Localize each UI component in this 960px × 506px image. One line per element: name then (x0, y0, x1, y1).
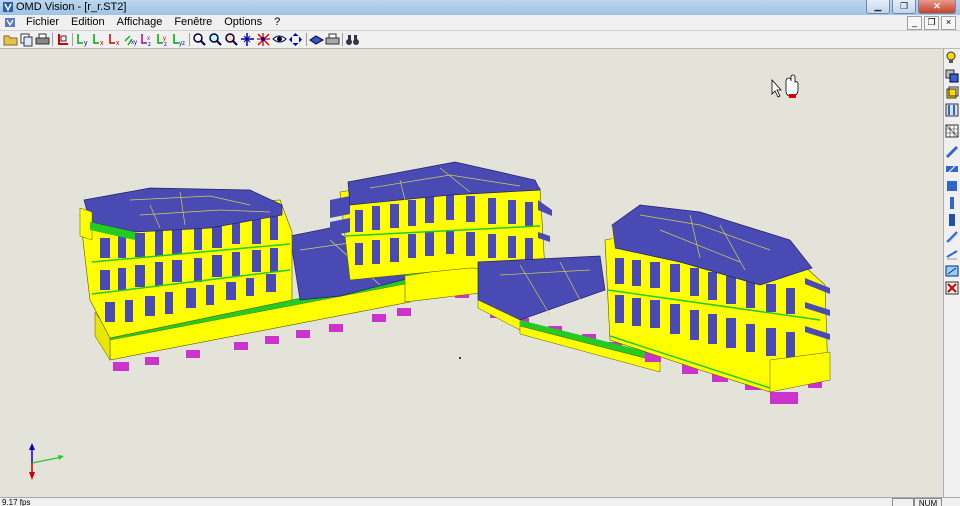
beam-icon[interactable] (945, 145, 959, 159)
minimize-button[interactable]: ▁ (866, 0, 890, 14)
layers-icon[interactable] (945, 69, 959, 83)
num-lock-indicator: NUM (914, 498, 942, 506)
child-minimize-button[interactable]: _ (907, 16, 922, 30)
app-logo-icon (3, 2, 13, 12)
status-bar: 9.17 fps NUM (0, 497, 960, 506)
grid-icon[interactable] (945, 124, 959, 138)
pillar-icon[interactable] (945, 213, 959, 227)
move-icon[interactable] (288, 32, 303, 47)
svg-text:y: y (84, 40, 88, 47)
view-xyz-icon[interactable]: yz (155, 32, 170, 47)
print-preview-icon[interactable] (325, 32, 340, 47)
axis-origin-icon[interactable] (55, 32, 70, 47)
menu-bar: Fichier Edition Affichage Fenêtre Option… (0, 15, 960, 31)
child-restore-button[interactable]: ❐ (924, 16, 939, 30)
cube-icon[interactable] (945, 86, 959, 100)
menu-fenetre[interactable]: Fenêtre (168, 16, 218, 28)
print-icon[interactable] (35, 32, 50, 47)
wall-icon[interactable] (945, 179, 959, 193)
view-iso-icon[interactable]: xz (139, 32, 154, 47)
fps-readout: 9.17 fps (2, 498, 31, 506)
svg-text:x: x (100, 40, 104, 47)
svg-text:z: z (164, 42, 167, 47)
3d-viewport[interactable] (0, 49, 943, 497)
columns-icon[interactable] (945, 103, 959, 117)
svg-text:x: x (116, 40, 120, 47)
right-building (604, 204, 831, 404)
menu-help[interactable]: ? (268, 16, 286, 28)
view-y-icon[interactable]: y (75, 32, 90, 47)
child-close-button[interactable]: × (941, 16, 956, 30)
maximize-button[interactable]: ❐ (892, 0, 916, 14)
foundation-icon[interactable] (945, 264, 959, 278)
window-title: OMD Vision - [r_r.ST2] (16, 1, 127, 13)
svg-text:yz: yz (179, 41, 185, 47)
menu-options[interactable]: Options (218, 16, 268, 28)
lightbulb-icon[interactable] (945, 51, 959, 65)
diagonal-icon[interactable] (945, 247, 959, 261)
slab-icon[interactable] (945, 162, 959, 176)
explode-icon[interactable] (256, 32, 271, 47)
view-x-icon[interactable]: x (91, 32, 106, 47)
close-button[interactable]: ✕ (918, 0, 956, 14)
cursor-icon (771, 74, 799, 98)
menu-fichier[interactable]: Fichier (20, 16, 65, 28)
status-pane (892, 498, 914, 506)
menu-affichage[interactable]: Affichage (111, 16, 169, 28)
eye-icon[interactable] (272, 32, 287, 47)
app-window: OMD Vision - [r_r.ST2] ▁ ❐ ✕ Fichier Edi… (0, 0, 960, 506)
copy-icon[interactable] (19, 32, 34, 47)
binoculars-icon[interactable] (345, 32, 360, 47)
menu-edition[interactable]: Edition (65, 16, 111, 28)
svg-text:z: z (148, 42, 151, 47)
zoom-window-icon[interactable] (192, 32, 207, 47)
zoom-out-icon[interactable] (224, 32, 239, 47)
right-toolbar (943, 49, 960, 497)
delete-icon[interactable] (945, 281, 959, 295)
title-bar: OMD Vision - [r_r.ST2] ▁ ❐ ✕ (0, 0, 960, 15)
view-xy-icon[interactable]: xy (123, 32, 138, 47)
view-yz-icon[interactable]: yz (171, 32, 186, 47)
building-model (29, 74, 831, 480)
view-x2-icon[interactable]: x (107, 32, 122, 47)
axis-triad-icon (29, 443, 64, 480)
rebar-icon[interactable] (945, 230, 959, 244)
svg-text:xy: xy (131, 40, 137, 46)
open-icon[interactable] (3, 32, 18, 47)
zoom-all-icon[interactable] (240, 32, 255, 47)
zoom-in-icon[interactable] (208, 32, 223, 47)
panel-icon[interactable] (945, 196, 959, 210)
render-icon[interactable] (309, 32, 324, 47)
document-icon[interactable] (4, 16, 16, 28)
toolbar: y x x xy xz yz yz (0, 31, 960, 49)
